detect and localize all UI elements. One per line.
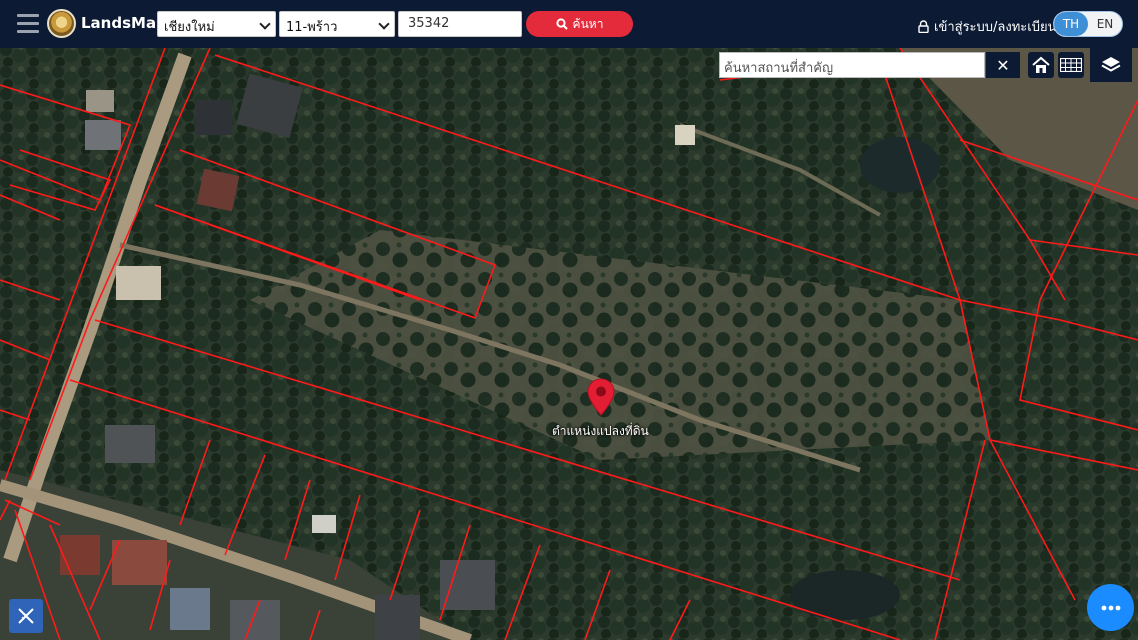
province-select-value: เชียงใหม่ <box>164 20 215 35</box>
building <box>675 125 695 145</box>
lock-icon <box>918 20 929 33</box>
place-search-input[interactable]: ค้นหาสถานที่สำคัญ <box>719 52 985 78</box>
measure-tool-button[interactable] <box>9 599 43 633</box>
building <box>85 120 121 150</box>
logo-seal-icon[interactable] <box>47 9 76 38</box>
building <box>86 90 114 112</box>
language-toggle: TH EN <box>1053 11 1123 37</box>
lang-en-button[interactable]: EN <box>1088 12 1122 36</box>
building <box>105 425 155 463</box>
chevron-down-icon <box>259 18 271 30</box>
more-dots-icon <box>1101 605 1120 610</box>
login-link[interactable]: เข้าสู่ระบบ/ลงทะเบียน <box>918 16 1056 37</box>
home-icon <box>1032 56 1050 73</box>
chevron-down-icon <box>378 18 390 30</box>
district-select[interactable]: 11-พร้าว <box>279 11 395 37</box>
grid-button[interactable] <box>1058 52 1084 78</box>
building <box>60 535 100 575</box>
building <box>170 588 210 630</box>
layers-button[interactable] <box>1090 48 1132 82</box>
top-bar: LandsMaps เชียงใหม่ 11-พร้าว 35342 ค้นหา… <box>0 0 1138 48</box>
building <box>375 595 420 640</box>
parcel-number-input[interactable]: 35342 <box>398 11 522 37</box>
clear-search-button[interactable]: ✕ <box>986 52 1020 78</box>
pond <box>790 570 900 620</box>
search-button-label: ค้นหา <box>572 16 604 31</box>
more-options-button[interactable] <box>1087 584 1134 631</box>
building <box>312 515 336 533</box>
pond <box>860 137 940 193</box>
ruler-pencil-icon <box>18 608 34 624</box>
layers-icon <box>1101 57 1121 72</box>
building <box>112 540 167 585</box>
building <box>196 168 240 212</box>
search-button[interactable]: ค้นหา <box>526 11 633 37</box>
district-select-value: 11-พร้าว <box>286 20 338 35</box>
satellite-map[interactable]: ตำแหน่งแปลงที่ดิน <box>0 48 1138 640</box>
building <box>116 266 161 300</box>
parcel-location-label: ตำแหน่งแปลงที่ดิน <box>552 424 649 438</box>
hamburger-icon[interactable] <box>17 14 39 34</box>
building <box>230 600 280 640</box>
search-icon <box>555 18 568 30</box>
province-select[interactable]: เชียงใหม่ <box>157 11 276 37</box>
home-button[interactable] <box>1028 52 1054 78</box>
lang-th-button[interactable]: TH <box>1054 12 1088 36</box>
building <box>196 100 232 135</box>
building <box>440 560 495 610</box>
grid-icon <box>1060 58 1082 72</box>
close-icon: ✕ <box>996 55 1010 75</box>
map-canvas <box>0 48 1138 640</box>
login-label: เข้าสู่ระบบ/ลงทะเบียน <box>934 20 1057 35</box>
